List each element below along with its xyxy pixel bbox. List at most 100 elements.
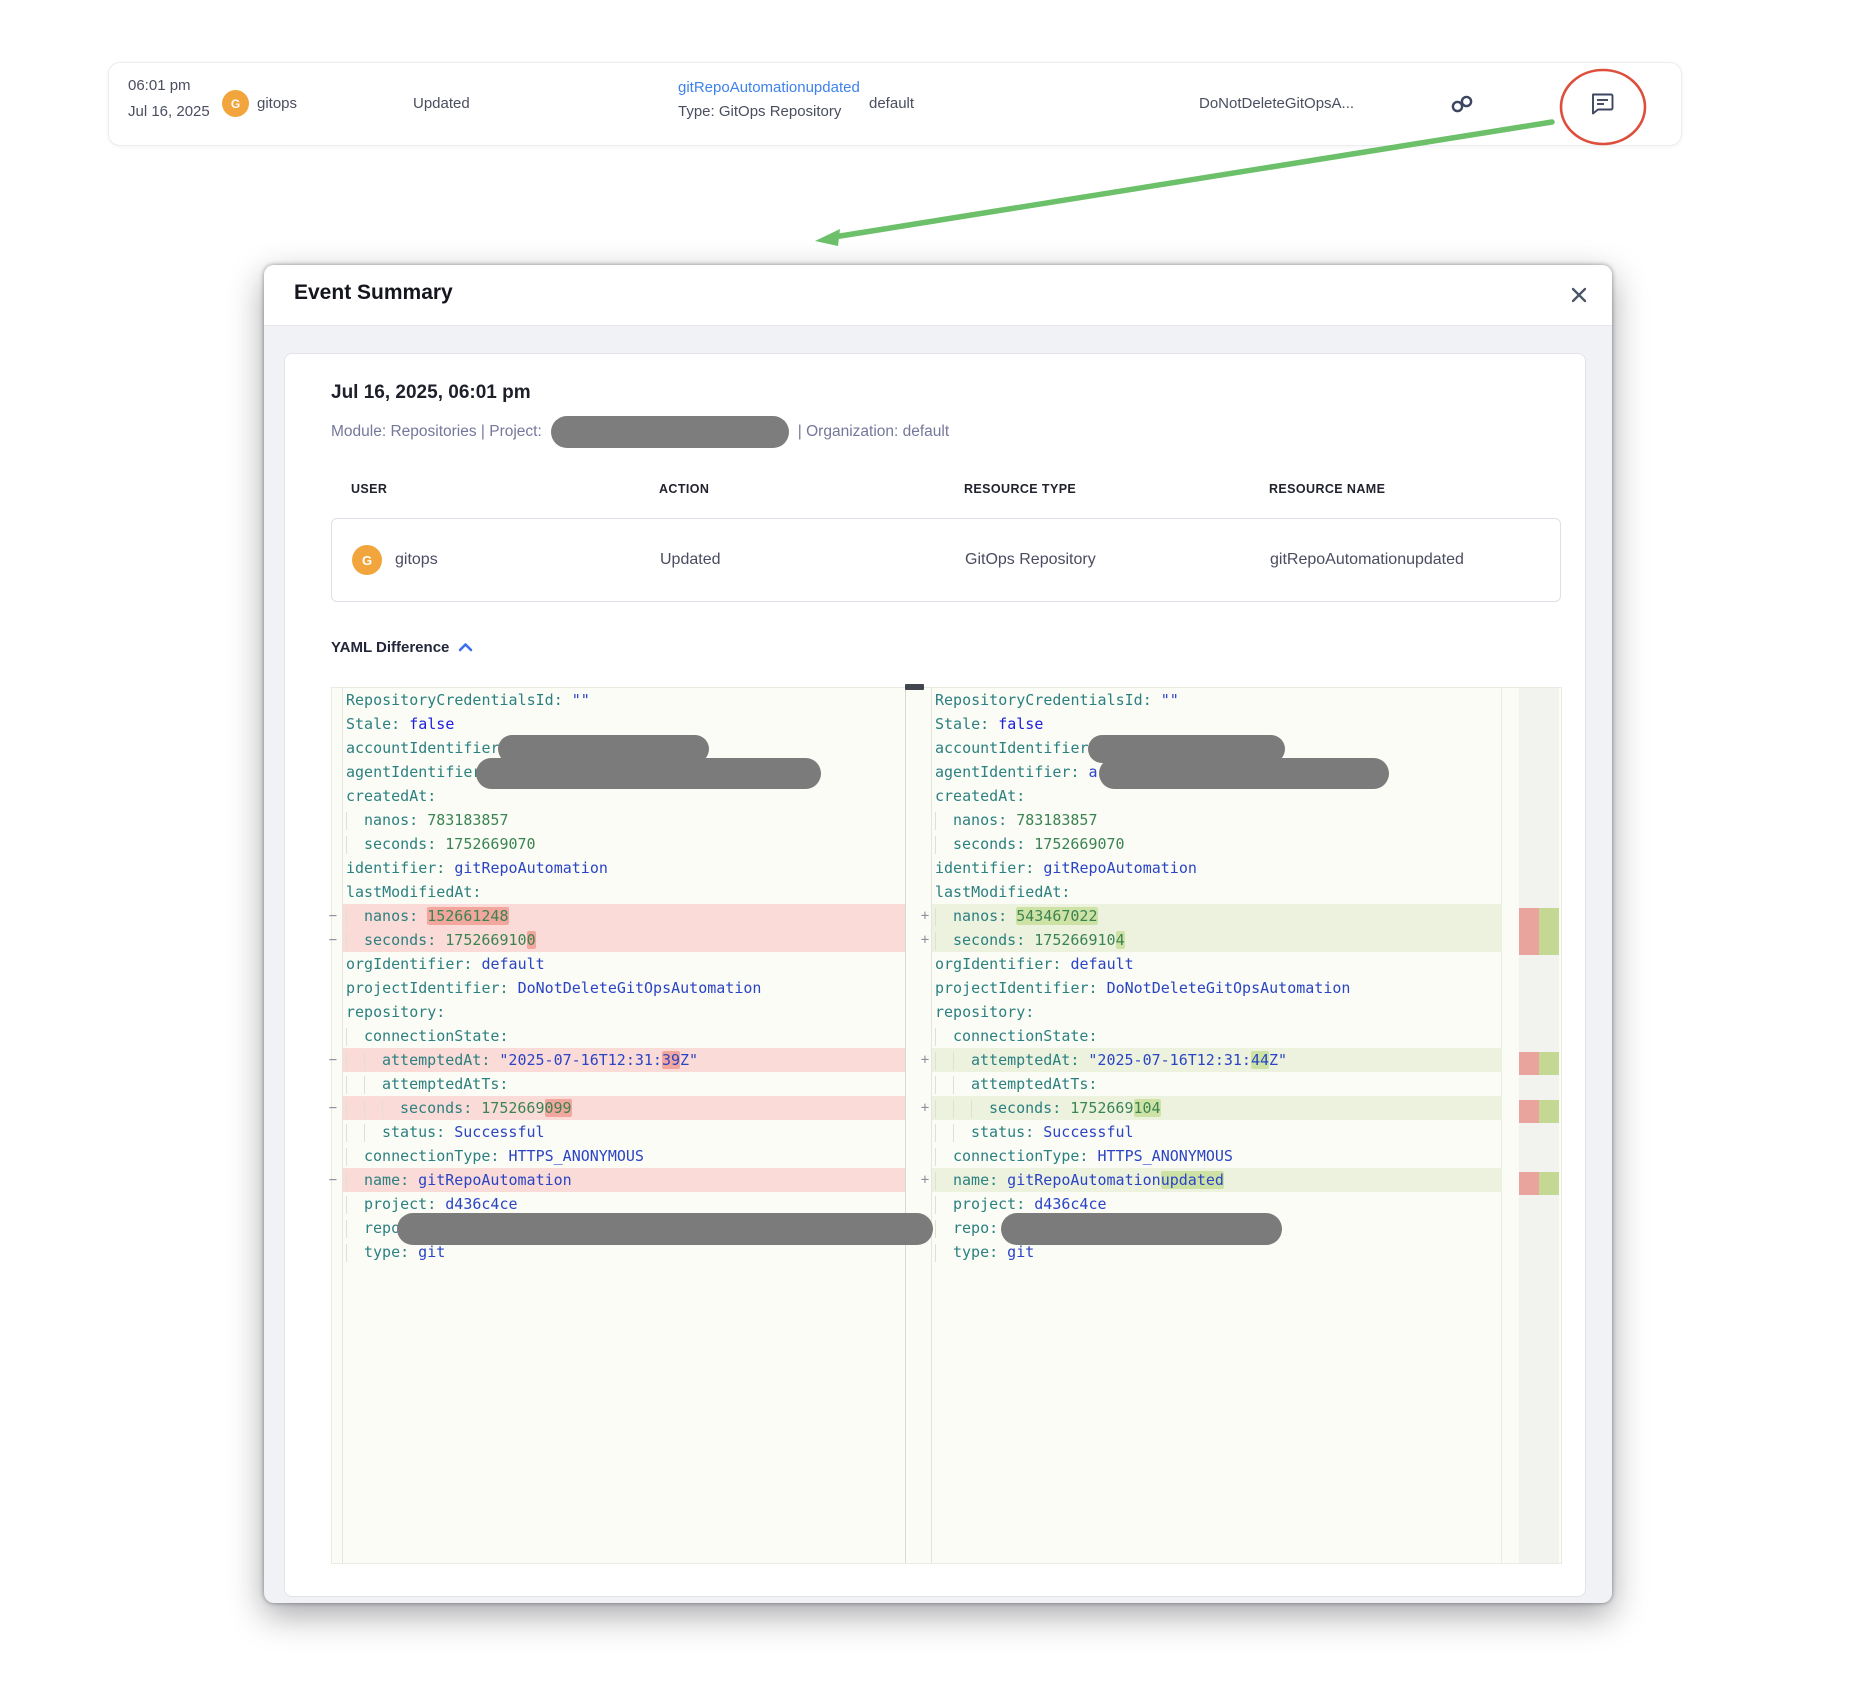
indent-guides (346, 1076, 382, 1094)
indent-guides (346, 908, 364, 926)
indent-guides (346, 1244, 364, 1262)
indent-guides (935, 1052, 971, 1070)
diff-line: connectionType: HTTPS_ANONYMOUS (932, 1144, 1501, 1168)
indent-guides (346, 836, 364, 854)
minimap-change-mark (1519, 1172, 1559, 1195)
indent-guides (935, 1100, 989, 1118)
user-name: gitops (257, 95, 297, 112)
event-summary-modal: Event Summary Jul 16, 2025, 06:01 pm Mod… (264, 265, 1612, 1603)
diff-gutter-marker: + (918, 928, 932, 952)
diff-line: attemptedAtTs: (343, 1072, 906, 1096)
diff-line: status: Successful (932, 1120, 1501, 1144)
event-datetime: Jul 16, 2025, 06:01 pm (331, 382, 531, 404)
organization-label: default (869, 95, 914, 112)
diff-line: orgIdentifier: default (343, 952, 906, 976)
user-avatar: G (352, 545, 382, 575)
row-resource-name: gitRepoAutomationupdated (1250, 551, 1560, 569)
yaml-difference-toggle[interactable]: YAML Difference (331, 639, 473, 656)
diff-gutter-marker: + (918, 1168, 932, 1192)
diff-gutter-marker: + (918, 1096, 932, 1120)
diff-gutter-right: +++++ (918, 688, 932, 1563)
diff-gutter-marker: − (326, 904, 340, 928)
diff-pane-before[interactable]: RepositoryCredentialsId: ""Stale: falsea… (342, 688, 906, 1563)
indent-guides (346, 1172, 364, 1190)
diff-line: repository: (343, 1000, 906, 1024)
diff-pane-after[interactable]: RepositoryCredentialsId: ""Stale: false a… (931, 688, 1502, 1563)
diff-line: nanos: 152661248 (343, 904, 906, 928)
diff-line: connectionState: (932, 1024, 1501, 1048)
event-date: Jul 16, 2025 (128, 103, 210, 120)
diff-change-minimap[interactable] (1519, 688, 1559, 1563)
meta-prefix: Module: Repositories | Project: (331, 423, 542, 441)
row-user: gitops (395, 551, 438, 569)
right-repo-url (1001, 1213, 1282, 1245)
diff-line: seconds: 1752669100 (343, 928, 906, 952)
diff-line: identifier: gitRepoAutomation (932, 856, 1501, 880)
resource-link[interactable]: gitRepoAutomationupdated (678, 79, 860, 96)
event-time: 06:01 pm (128, 77, 191, 94)
diff-line: attemptedAt: "2025-07-16T12:31:44Z" (932, 1048, 1501, 1072)
redacted-project-name (551, 416, 789, 448)
indent-guides (346, 1220, 364, 1238)
indent-guides (346, 1100, 400, 1118)
diff-gutter-marker: − (326, 928, 340, 952)
diff-line: seconds: 1752669070 (343, 832, 906, 856)
meta-suffix: | Organization: default (798, 423, 949, 441)
indent-guides (346, 1028, 364, 1046)
col-user: USER (331, 482, 639, 496)
diff-line: connectionState: (343, 1024, 906, 1048)
yaml-difference-label: YAML Difference (331, 639, 449, 656)
diff-gutter-marker: − (326, 1048, 340, 1072)
indent-guides (935, 1172, 953, 1190)
action-label: Updated (413, 95, 470, 112)
diff-line: identifier: gitRepoAutomation (343, 856, 906, 880)
indent-guides (346, 812, 364, 830)
diff-line: name: gitRepoAutomationupdated (932, 1168, 1501, 1192)
event-meta: Module: Repositories | Project: | Organi… (331, 416, 949, 448)
user-avatar: G (222, 90, 249, 117)
modal-title: Event Summary (294, 281, 453, 305)
indent-guides (935, 1244, 953, 1262)
modal-header: Event Summary (264, 265, 1612, 326)
diff-line: projectIdentifier: DoNotDeleteGitOpsAuto… (932, 976, 1501, 1000)
diff-line: seconds: 1752669104 (932, 928, 1501, 952)
diff-line: seconds: 1752669104 (932, 1096, 1501, 1120)
diff-line: lastModifiedAt: (932, 880, 1501, 904)
minimap-change-mark (1519, 908, 1559, 955)
diff-line: RepositoryCredentialsId: "" (932, 688, 1501, 712)
diff-gutter-marker: − (326, 1096, 340, 1120)
diff-line: attemptedAtTs: (932, 1072, 1501, 1096)
indent-guides (935, 1196, 953, 1214)
diff-line: projectIdentifier: DoNotDeleteGitOpsAuto… (343, 976, 906, 1000)
minimap-change-mark (1519, 1100, 1559, 1123)
audit-log-row[interactable]: 06:01 pm Jul 16, 2025 G gitops Updated g… (108, 62, 1682, 146)
event-detail-card: Jul 16, 2025, 06:01 pm Module: Repositor… (284, 353, 1586, 1597)
diff-line: repository: (932, 1000, 1501, 1024)
indent-guides (935, 836, 953, 854)
right-agent-identifier (1099, 758, 1389, 789)
indent-guides (935, 908, 953, 926)
link-icon[interactable] (1447, 89, 1477, 119)
indent-guides (935, 1148, 953, 1166)
event-summary-note-icon[interactable] (1587, 88, 1617, 118)
audit-table-header: USER ACTION RESOURCE TYPE RESOURCE NAME (331, 482, 1561, 496)
diff-line: nanos: 783183857 (343, 808, 906, 832)
diff-line: attemptedAt: "2025-07-16T12:31:39Z" (343, 1048, 906, 1072)
diff-gutter-marker: + (918, 904, 932, 928)
left-agent-identifier (476, 758, 821, 789)
resource-type-label: Type: GitOps Repository (678, 103, 860, 120)
diff-line: seconds: 1752669099 (343, 1096, 906, 1120)
indent-guides (935, 1076, 971, 1094)
diff-line: connectionType: HTTPS_ANONYMOUS (343, 1144, 906, 1168)
chevron-up-icon (458, 639, 473, 656)
diff-line: Stale: false (932, 712, 1501, 736)
close-icon[interactable] (1563, 279, 1595, 311)
diff-line: status: Successful (343, 1120, 906, 1144)
indent-guides (935, 1028, 953, 1046)
diff-line: seconds: 1752669070 (932, 832, 1501, 856)
diff-line: RepositoryCredentialsId: "" (343, 688, 906, 712)
col-resource-name: RESOURCE NAME (1249, 482, 1561, 496)
diff-gutter-left: −−−−− (326, 688, 340, 1563)
indent-guides (935, 812, 953, 830)
row-user-cell: G gitops (332, 545, 640, 575)
